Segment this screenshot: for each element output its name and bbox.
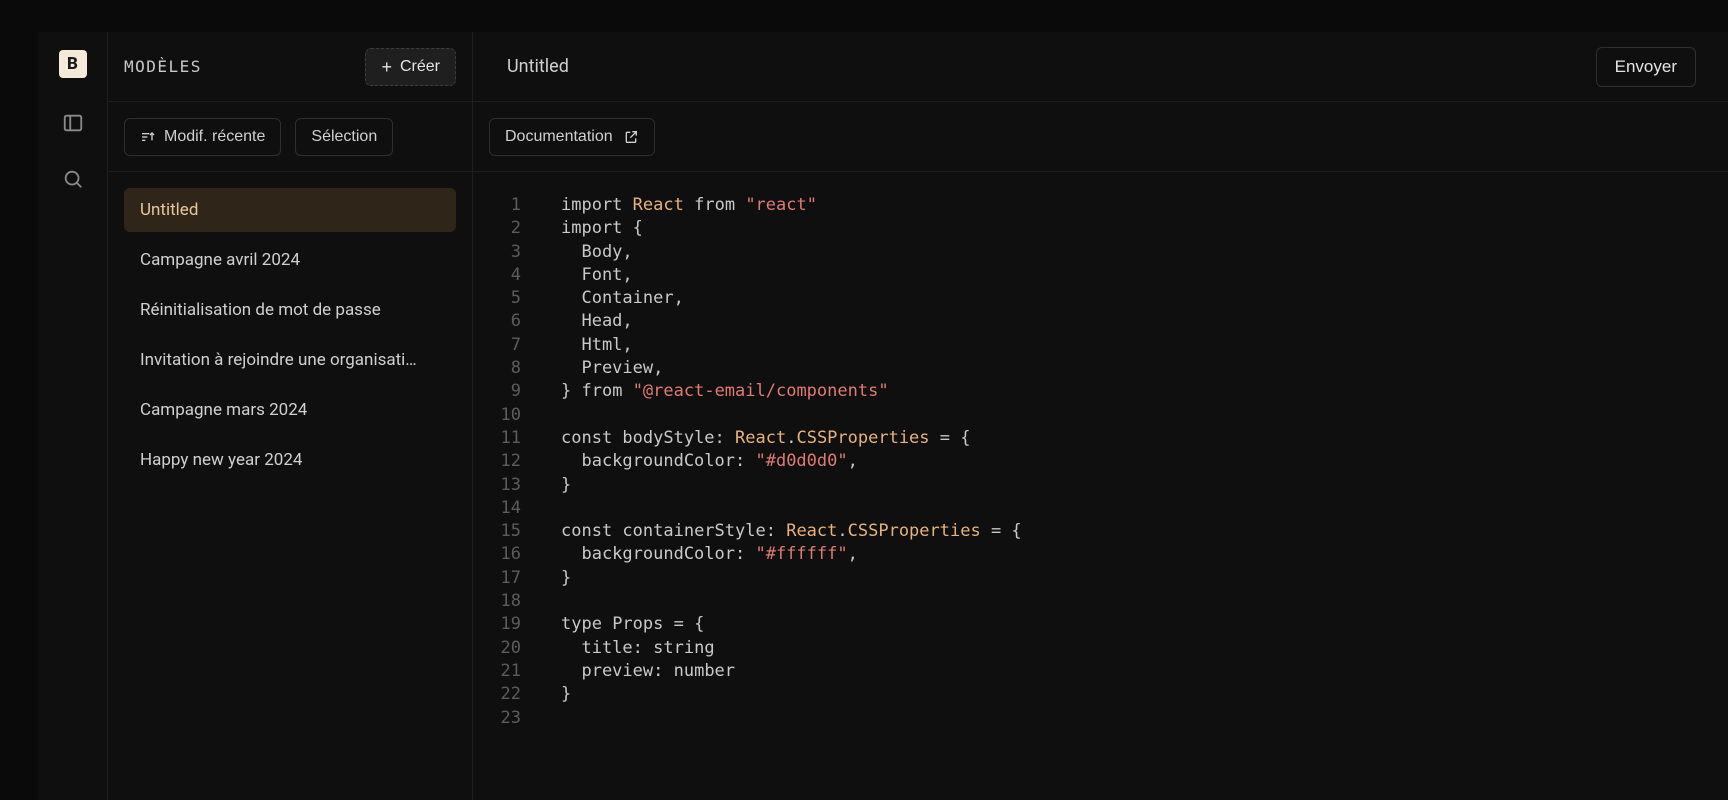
template-item[interactable]: Campagne mars 2024 — [124, 388, 456, 432]
select-button[interactable]: Sélection — [295, 118, 393, 156]
main-header: Untitled Envoyer — [473, 32, 1728, 102]
code-line[interactable]: backgroundColor: "#ffffff", — [561, 543, 1728, 566]
line-number: 5 — [473, 287, 521, 310]
send-label: Envoyer — [1615, 57, 1677, 76]
line-number: 21 — [473, 660, 521, 683]
code-line[interactable]: Font, — [561, 264, 1728, 287]
line-number: 17 — [473, 567, 521, 590]
sidebar-toggle-icon[interactable] — [62, 112, 84, 134]
select-label: Sélection — [311, 128, 377, 146]
logo[interactable]: B — [59, 50, 87, 78]
line-number: 12 — [473, 450, 521, 473]
code-line[interactable] — [561, 590, 1728, 613]
code-line[interactable]: Html, — [561, 334, 1728, 357]
code-line[interactable]: } — [561, 683, 1728, 706]
sort-label: Modif. récente — [164, 128, 265, 146]
template-item[interactable]: Campagne avril 2024 — [124, 238, 456, 282]
logo-letter: B — [67, 54, 78, 74]
main: Untitled Envoyer Documentation 123456789… — [473, 32, 1728, 800]
document-title: Untitled — [507, 56, 569, 77]
line-number: 11 — [473, 427, 521, 450]
line-number: 14 — [473, 497, 521, 520]
line-number: 16 — [473, 543, 521, 566]
line-number: 1 — [473, 194, 521, 217]
line-number: 7 — [473, 334, 521, 357]
template-list: Untitled Campagne avril 2024 Réinitialisat… — [108, 172, 472, 498]
external-link-icon — [623, 129, 639, 145]
line-number: 9 — [473, 380, 521, 403]
send-button[interactable]: Envoyer — [1596, 47, 1696, 87]
template-item[interactable]: Happy new year 2024 — [124, 438, 456, 482]
code-line[interactable]: Preview, — [561, 357, 1728, 380]
docs-label: Documentation — [505, 128, 613, 146]
code-line[interactable]: } — [561, 474, 1728, 497]
line-number: 22 — [473, 683, 521, 706]
code-line[interactable] — [561, 707, 1728, 730]
icon-rail: B — [38, 32, 108, 800]
plus-icon: + — [381, 58, 392, 76]
code-line[interactable]: } — [561, 567, 1728, 590]
code-line[interactable]: } from "@react-email/components" — [561, 380, 1728, 403]
code-line[interactable] — [561, 497, 1728, 520]
create-label: Créer — [400, 58, 440, 76]
sort-button[interactable]: Modif. récente — [124, 118, 281, 156]
line-number: 2 — [473, 217, 521, 240]
line-number: 10 — [473, 404, 521, 427]
code-line[interactable]: const containerStyle: React.CSSPropertie… — [561, 520, 1728, 543]
template-item[interactable]: Réinitialisation de mot de passe — [124, 288, 456, 332]
code-line[interactable]: const bodyStyle: React.CSSProperties = { — [561, 427, 1728, 450]
line-number: 4 — [473, 264, 521, 287]
line-number: 8 — [473, 357, 521, 380]
sidebar-filters: Modif. récente Sélection — [108, 102, 472, 172]
line-gutter: 1234567891011121314151617181920212223 — [473, 194, 533, 800]
main-toolbar: Documentation — [473, 102, 1728, 172]
line-number: 20 — [473, 637, 521, 660]
code-line[interactable] — [561, 404, 1728, 427]
create-button[interactable]: + Créer — [365, 48, 456, 86]
documentation-button[interactable]: Documentation — [489, 118, 655, 156]
line-number: 19 — [473, 613, 521, 636]
code-line[interactable]: Body, — [561, 241, 1728, 264]
code-line[interactable]: import { — [561, 217, 1728, 240]
code-line[interactable]: preview: number — [561, 660, 1728, 683]
search-icon[interactable] — [62, 168, 84, 190]
line-number: 15 — [473, 520, 521, 543]
sidebar: MODÈLES + Créer Modif. récente Sélection — [108, 32, 473, 800]
sort-icon — [140, 129, 156, 145]
code-line[interactable]: import React from "react" — [561, 194, 1728, 217]
code-line[interactable]: type Props = { — [561, 613, 1728, 636]
template-item[interactable]: Untitled — [124, 188, 456, 232]
code-content[interactable]: import React from "react"import { Body, … — [533, 194, 1728, 800]
line-number: 6 — [473, 310, 521, 333]
line-number: 23 — [473, 707, 521, 730]
sidebar-header: MODÈLES + Créer — [108, 32, 472, 102]
code-editor[interactable]: 1234567891011121314151617181920212223 im… — [473, 172, 1728, 800]
sidebar-title: MODÈLES — [124, 57, 202, 76]
line-number: 3 — [473, 241, 521, 264]
code-line[interactable]: title: string — [561, 637, 1728, 660]
line-number: 13 — [473, 474, 521, 497]
line-number: 18 — [473, 590, 521, 613]
code-line[interactable]: backgroundColor: "#d0d0d0", — [561, 450, 1728, 473]
code-line[interactable]: Head, — [561, 310, 1728, 333]
code-line[interactable]: Container, — [561, 287, 1728, 310]
template-item[interactable]: Invitation à rejoindre une organisati… — [124, 338, 456, 382]
